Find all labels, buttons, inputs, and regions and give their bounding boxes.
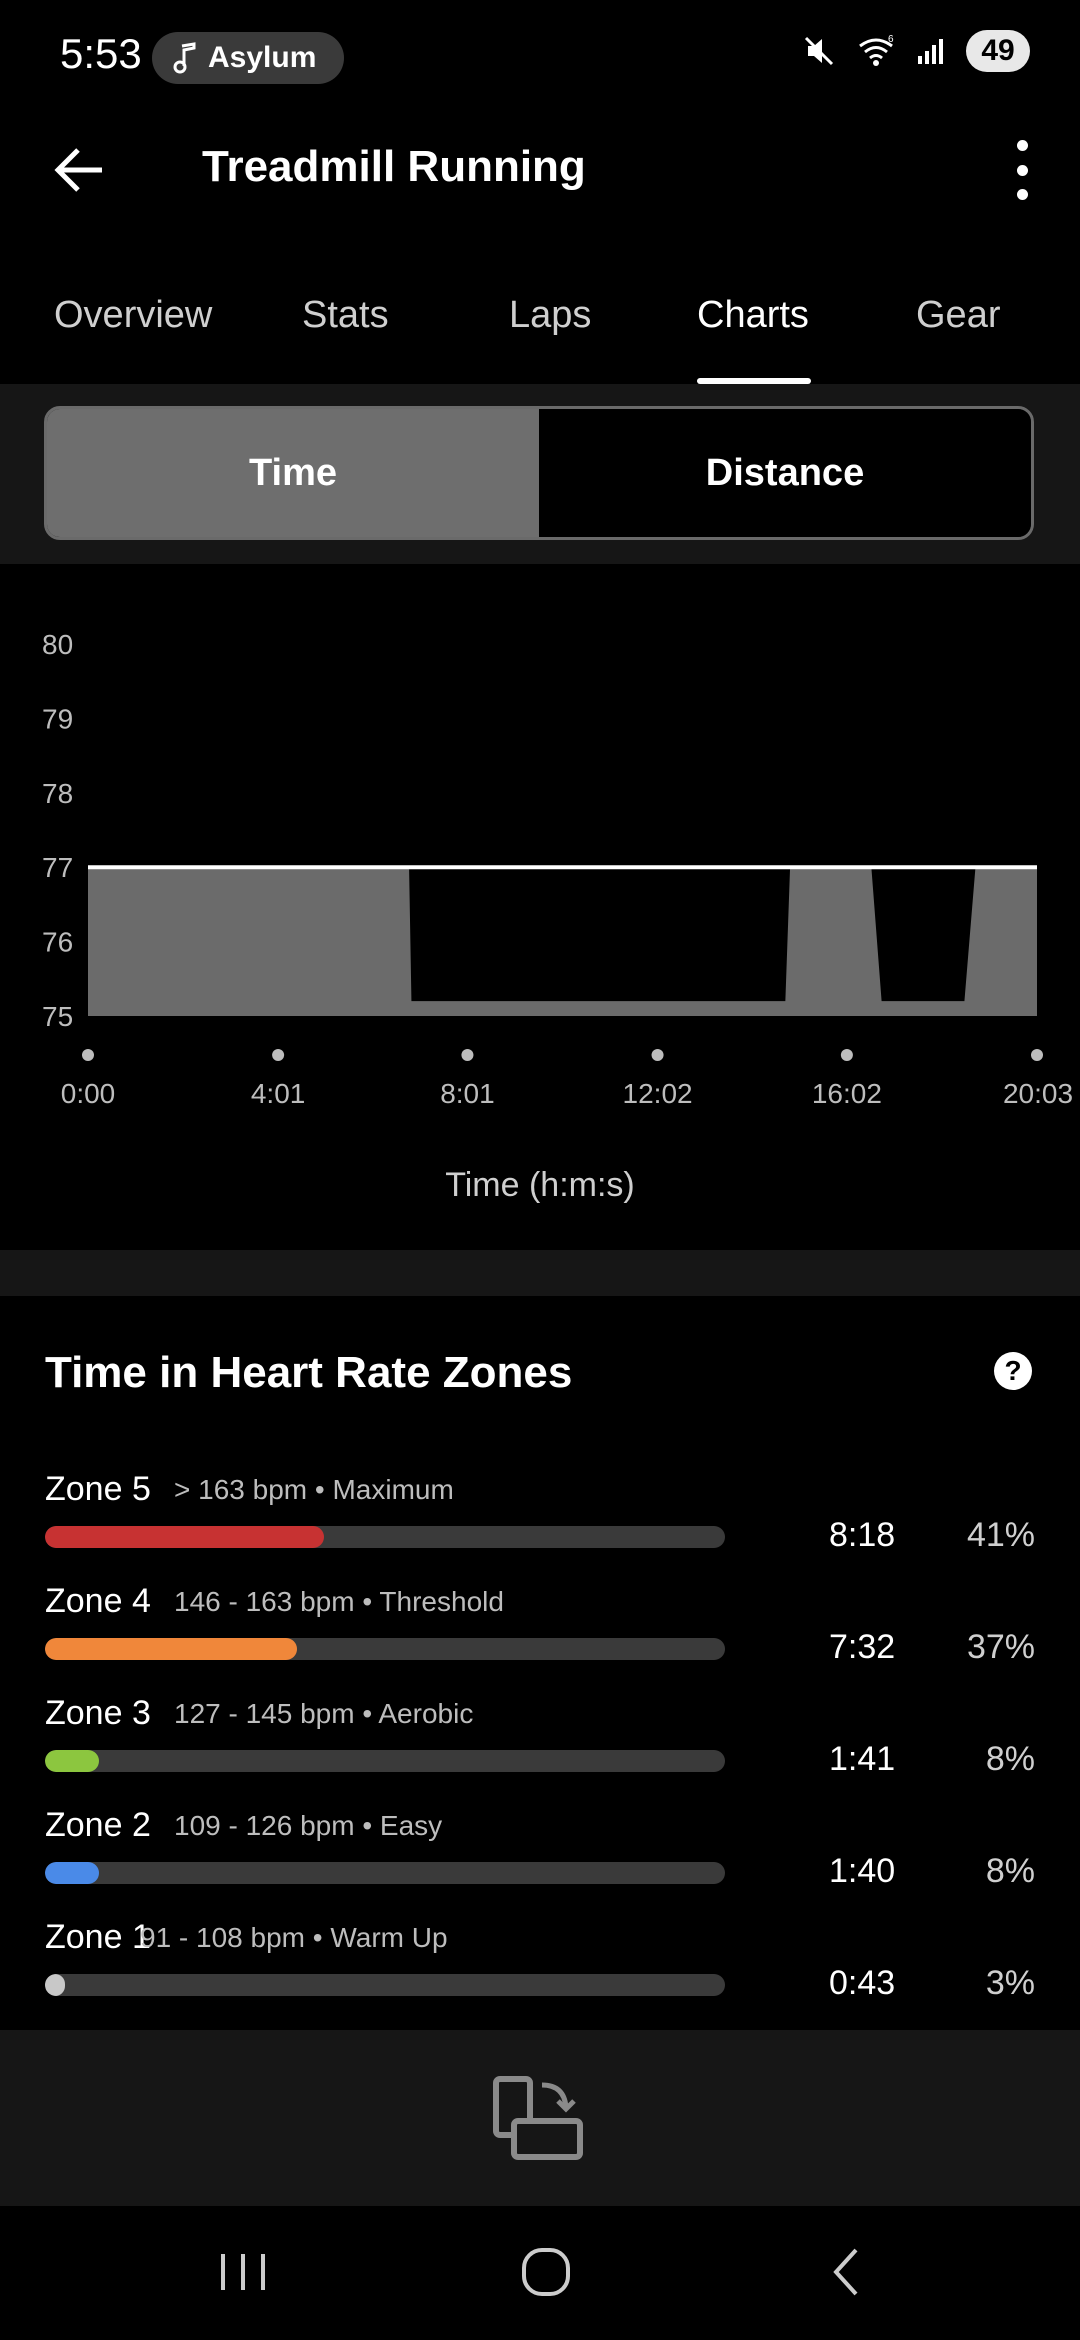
tab-gear[interactable]: Gear bbox=[916, 294, 1000, 337]
music-indicator[interactable]: Asylum bbox=[152, 32, 344, 84]
rotate-screen-icon[interactable] bbox=[492, 2075, 588, 2161]
tab-bar: Overview Stats Laps Charts Gear bbox=[0, 270, 1080, 384]
pace-chart: 80 79 78 77 76 75 0:00 4:01 8:01 12:02 16:02 20:03 bbox=[42, 629, 1073, 1109]
zone-bar-fill bbox=[45, 1862, 100, 1884]
system-navbar bbox=[0, 2206, 1080, 2340]
x-tick-dot bbox=[461, 1049, 474, 1061]
x-tick-dot bbox=[1031, 1049, 1043, 1061]
zone-range: 127 - 145 bpm • Aerobic bbox=[174, 1698, 474, 1729]
zone-row: Zone 2 109 - 126 bpm • Easy 1:40 8% bbox=[45, 1806, 1035, 1918]
zone-row: Zone 3 127 - 145 bpm • Aerobic 1:41 8% bbox=[45, 1694, 1035, 1806]
back-arrow-icon[interactable] bbox=[50, 140, 110, 200]
chart-area-series bbox=[88, 867, 1037, 1016]
x-tick-dot bbox=[840, 1049, 853, 1061]
zone-time: 8:18 bbox=[829, 1516, 896, 1554]
x-tick-label: 8:01 bbox=[440, 1078, 495, 1109]
x-tick-label: 0:00 bbox=[61, 1078, 116, 1109]
zone-time: 1:40 bbox=[829, 1852, 896, 1890]
zone-bar-fill bbox=[45, 1526, 324, 1548]
tab-stats[interactable]: Stats bbox=[302, 294, 389, 337]
time-distance-toggle: Time Distance bbox=[44, 406, 1034, 540]
recents-icon[interactable] bbox=[203, 2242, 283, 2302]
zone-name: Zone 3 bbox=[45, 1694, 151, 1732]
zone-time: 0:43 bbox=[829, 1964, 896, 2002]
zone-range: 146 - 163 bpm • Threshold bbox=[174, 1586, 504, 1617]
zone-bar-track bbox=[45, 1638, 725, 1660]
battery-indicator: 49 bbox=[966, 30, 1030, 72]
distance-option[interactable]: Distance bbox=[539, 409, 1031, 537]
status-time: 5:53 bbox=[60, 30, 142, 77]
zone-name: Zone 4 bbox=[45, 1582, 151, 1620]
page-title: Treadmill Running bbox=[202, 142, 586, 191]
zone-percent: 3% bbox=[985, 1964, 1035, 2002]
y-tick-label: 75 bbox=[42, 1001, 73, 1032]
x-tick-dot bbox=[82, 1049, 94, 1061]
svg-text:6: 6 bbox=[888, 34, 894, 45]
y-tick-label: 77 bbox=[42, 852, 73, 883]
y-tick-label: 76 bbox=[42, 927, 73, 958]
x-tick-label: 12:02 bbox=[623, 1078, 693, 1109]
time-option[interactable]: Time bbox=[47, 409, 539, 537]
music-title: Asylum bbox=[208, 41, 317, 74]
zone-row: Zone 1 91 - 108 bpm • Warm Up 0:43 3% bbox=[45, 1918, 1035, 2030]
x-tick-label: 16:02 bbox=[812, 1078, 882, 1109]
zone-percent: 8% bbox=[985, 1852, 1035, 1890]
zone-time: 1:41 bbox=[829, 1740, 896, 1778]
home-icon[interactable] bbox=[506, 2242, 586, 2302]
zone-percent: 8% bbox=[985, 1740, 1035, 1778]
zone-bar-fill bbox=[45, 1750, 100, 1772]
x-axis-label: Time (h:m:s) bbox=[445, 1166, 635, 1204]
x-tick-label: 4:01 bbox=[251, 1078, 306, 1109]
zone-name: Zone 2 bbox=[45, 1806, 151, 1844]
zone-bar-track bbox=[45, 1974, 725, 1996]
zone-range: 91 - 108 bpm • Warm Up bbox=[140, 1922, 448, 1953]
zone-bar-fill bbox=[45, 1638, 297, 1660]
zone-name: Zone 1 bbox=[45, 1918, 151, 1956]
tab-charts[interactable]: Charts bbox=[697, 294, 809, 337]
zone-bar-track bbox=[45, 1862, 725, 1884]
zone-percent: 41% bbox=[966, 1516, 1035, 1554]
y-tick-label: 78 bbox=[42, 778, 73, 809]
zone-bar-track bbox=[45, 1750, 725, 1772]
x-tick-label: 20:03 bbox=[1003, 1078, 1073, 1109]
zone-range: > 163 bpm • Maximum bbox=[174, 1474, 454, 1505]
more-options-icon[interactable] bbox=[1002, 140, 1042, 200]
mute-icon bbox=[804, 36, 834, 66]
zone-name: Zone 5 bbox=[45, 1470, 151, 1508]
zone-time: 7:32 bbox=[829, 1628, 896, 1666]
zone-range: 109 - 126 bpm • Easy bbox=[174, 1810, 443, 1841]
x-tick-dot bbox=[651, 1049, 664, 1061]
status-icons: 6 49 bbox=[802, 30, 1030, 72]
tab-overview[interactable]: Overview bbox=[54, 294, 212, 337]
rotate-band bbox=[0, 2030, 1080, 2206]
music-note-icon bbox=[173, 42, 196, 74]
tab-laps[interactable]: Laps bbox=[509, 294, 591, 337]
y-tick-label: 79 bbox=[42, 703, 73, 734]
wifi-icon: 6 bbox=[859, 34, 894, 66]
x-tick-dot bbox=[272, 1049, 285, 1061]
zone-row: Zone 5 > 163 bpm • Maximum 8:18 41% bbox=[45, 1470, 1035, 1582]
signal-icon bbox=[918, 39, 943, 64]
zone-bar-fill bbox=[45, 1974, 66, 1996]
zone-row: Zone 4 146 - 163 bpm • Threshold 7:32 37% bbox=[45, 1582, 1035, 1694]
zone-percent: 37% bbox=[966, 1628, 1035, 1666]
section-divider bbox=[0, 1250, 1080, 1296]
help-question-icon[interactable]: ? bbox=[994, 1352, 1032, 1390]
y-tick-label: 80 bbox=[42, 629, 73, 660]
nav-back-icon[interactable] bbox=[808, 2242, 888, 2302]
zone-bar-track bbox=[45, 1526, 725, 1548]
zones-title: Time in Heart Rate Zones bbox=[45, 1348, 573, 1397]
